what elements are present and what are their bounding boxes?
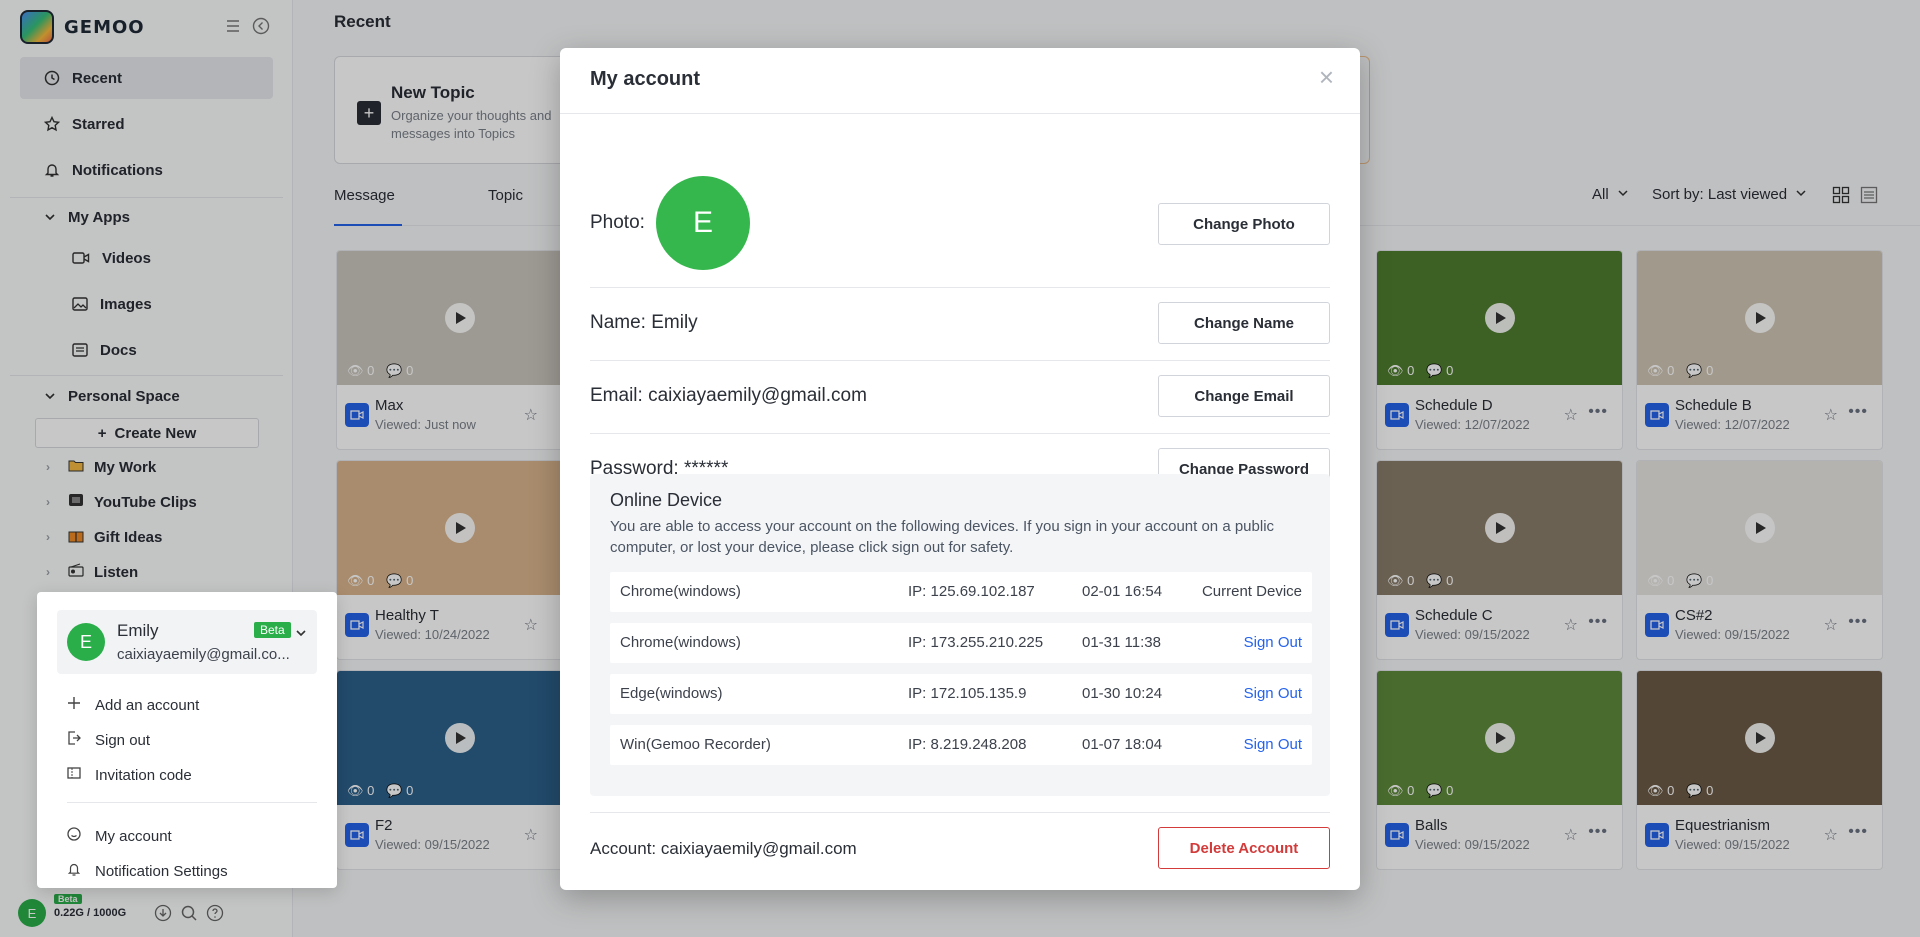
- add-account-item[interactable]: Add an account: [67, 690, 199, 720]
- device-name: Chrome(windows): [620, 583, 741, 600]
- email-label: Email: caixiayaemily@gmail.com: [590, 385, 867, 406]
- my-account-item[interactable]: My account: [67, 821, 172, 851]
- device-ip: IP: 173.255.210.225: [908, 634, 1044, 651]
- device-row: Chrome(windows) IP: 173.255.210.225 01-3…: [610, 623, 1312, 663]
- sign-out-item[interactable]: Sign out: [67, 725, 150, 755]
- photo-label: Photo:: [590, 212, 645, 233]
- online-device-panel: Online Device You are able to access you…: [590, 474, 1330, 796]
- email-row: Email: caixiayaemily@gmail.com Change Em…: [590, 361, 1330, 434]
- device-row: Edge(windows) IP: 172.105.135.9 01-30 10…: [610, 674, 1312, 714]
- user-email: caixiayaemily@gmail.co...: [117, 646, 290, 663]
- dialog-footer: Account: caixiayaemily@gmail.com Delete …: [590, 812, 1330, 890]
- change-name-button[interactable]: Change Name: [1158, 302, 1330, 344]
- name-row: Name: Emily Change Name: [590, 288, 1330, 361]
- online-device-title: Online Device: [610, 490, 723, 510]
- online-device-desc: You are able to access your account on t…: [610, 518, 1275, 556]
- account-label: Account: caixiayaemily@gmail.com: [590, 839, 857, 858]
- device-row: Chrome(windows) IP: 125.69.102.187 02-01…: [610, 572, 1312, 612]
- change-email-button[interactable]: Change Email: [1158, 375, 1330, 417]
- name-label: Name: Emily: [590, 312, 698, 333]
- device-time: 01-31 11:38: [1082, 634, 1161, 651]
- delete-account-button[interactable]: Delete Account: [1158, 827, 1330, 869]
- photo-row: Photo: E Change Photo: [590, 114, 1330, 288]
- sign-out-link[interactable]: Sign Out: [1244, 685, 1302, 702]
- my-account-dialog: My account × Photo: E Change Photo Name:…: [560, 48, 1360, 890]
- device-ip: IP: 8.219.248.208: [908, 736, 1027, 753]
- dialog-header: My account ×: [560, 48, 1360, 114]
- notification-settings-item[interactable]: Notification Settings: [67, 856, 228, 886]
- current-device-label: Current Device: [1201, 583, 1302, 600]
- chevron-down-icon[interactable]: [295, 626, 307, 642]
- avatar: E: [67, 623, 105, 661]
- plus-icon: [67, 696, 81, 714]
- sign-out-icon: [67, 731, 81, 749]
- sign-out-link[interactable]: Sign Out: [1244, 634, 1302, 651]
- device-name: Edge(windows): [620, 685, 723, 702]
- device-name: Chrome(windows): [620, 634, 741, 651]
- device-time: 01-30 10:24: [1082, 685, 1163, 702]
- avatar: E: [656, 176, 750, 270]
- account-menu: E Emily Beta caixiayaemily@gmail.co... A…: [37, 592, 337, 888]
- current-user[interactable]: E Emily Beta caixiayaemily@gmail.co...: [57, 610, 317, 674]
- device-time: 02-01 16:54: [1082, 583, 1163, 600]
- menu-divider: [67, 802, 317, 803]
- dialog-title: My account: [590, 68, 701, 90]
- ticket-icon: [67, 766, 81, 784]
- device-row: Win(Gemoo Recorder) IP: 8.219.248.208 01…: [610, 725, 1312, 765]
- change-photo-button[interactable]: Change Photo: [1158, 203, 1330, 245]
- device-ip: IP: 172.105.135.9: [908, 685, 1027, 702]
- user-name: Emily: [117, 621, 159, 640]
- device-time: 01-07 18:04: [1082, 736, 1163, 753]
- smile-icon: [67, 827, 81, 845]
- close-icon[interactable]: ×: [1319, 62, 1334, 93]
- beta-badge: Beta: [254, 622, 291, 638]
- bell-icon: [67, 862, 81, 880]
- device-name: Win(Gemoo Recorder): [620, 736, 771, 753]
- sign-out-link[interactable]: Sign Out: [1244, 736, 1302, 753]
- invitation-code-item[interactable]: Invitation code: [67, 760, 192, 790]
- device-ip: IP: 125.69.102.187: [908, 583, 1035, 600]
